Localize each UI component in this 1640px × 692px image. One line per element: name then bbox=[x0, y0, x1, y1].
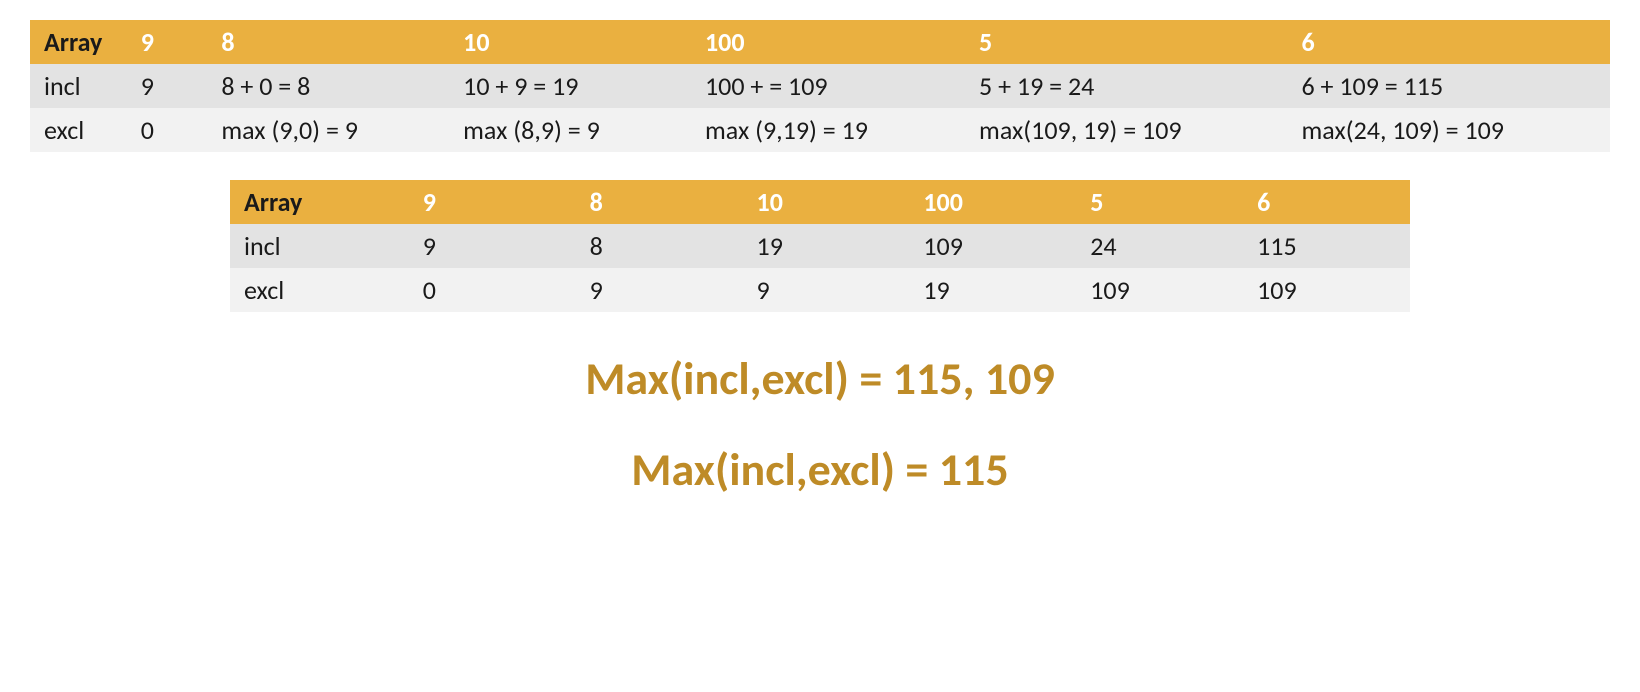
cell: max (9,0) = 9 bbox=[207, 108, 449, 152]
header-cell: 8 bbox=[207, 20, 449, 64]
header-cell: 5 bbox=[965, 20, 1287, 64]
cell: 115 bbox=[1243, 224, 1410, 268]
header-cell: 10 bbox=[449, 20, 691, 64]
header-cell: 9 bbox=[409, 180, 576, 224]
header-cell: 6 bbox=[1243, 180, 1410, 224]
header-cell: 100 bbox=[691, 20, 965, 64]
table-row: excl 0 9 9 19 109 109 bbox=[230, 268, 1410, 312]
header-cell: 8 bbox=[576, 180, 743, 224]
cell: 9 bbox=[409, 224, 576, 268]
table-detailed: Array 9 8 10 100 5 6 incl 9 8 + 0 = 8 10… bbox=[30, 20, 1610, 152]
row-label: excl bbox=[30, 108, 127, 152]
cell: 109 bbox=[1076, 268, 1243, 312]
cell: 8 bbox=[576, 224, 743, 268]
row-label: excl bbox=[230, 268, 409, 312]
header-cell: 6 bbox=[1287, 20, 1610, 64]
table-row: incl 9 8 19 109 24 115 bbox=[230, 224, 1410, 268]
cell: max (9,19) = 19 bbox=[691, 108, 965, 152]
header-cell: 5 bbox=[1076, 180, 1243, 224]
cell: 0 bbox=[409, 268, 576, 312]
header-cell: 9 bbox=[127, 20, 208, 64]
cell: 6 + 109 = 115 bbox=[1287, 64, 1610, 108]
row-label: incl bbox=[230, 224, 409, 268]
result-line-1: Max(incl,excl) = 115, 109 bbox=[30, 352, 1610, 407]
cell: 5 + 19 = 24 bbox=[965, 64, 1287, 108]
cell: 9 bbox=[576, 268, 743, 312]
cell: 19 bbox=[909, 268, 1076, 312]
header-cell: 10 bbox=[743, 180, 910, 224]
cell: 100 + = 109 bbox=[691, 64, 965, 108]
table-row: excl 0 max (9,0) = 9 max (8,9) = 9 max (… bbox=[30, 108, 1610, 152]
cell: max(109, 19) = 109 bbox=[965, 108, 1287, 152]
cell: 109 bbox=[1243, 268, 1410, 312]
cell: 0 bbox=[127, 108, 208, 152]
cell: max (8,9) = 9 bbox=[449, 108, 691, 152]
result-section: Max(incl,excl) = 115, 109 Max(incl,excl)… bbox=[30, 352, 1610, 498]
table-header-row: Array 9 8 10 100 5 6 bbox=[30, 20, 1610, 64]
table-row: incl 9 8 + 0 = 8 10 + 9 = 19 100 + = 109… bbox=[30, 64, 1610, 108]
header-cell: Array bbox=[230, 180, 409, 224]
cell: 24 bbox=[1076, 224, 1243, 268]
summary-dp-table: Array 9 8 10 100 5 6 incl 9 8 19 109 24 … bbox=[230, 180, 1410, 312]
cell: 9 bbox=[743, 268, 910, 312]
cell: 8 + 0 = 8 bbox=[207, 64, 449, 108]
table-header-row: Array 9 8 10 100 5 6 bbox=[230, 180, 1410, 224]
result-line-2: Max(incl,excl) = 115 bbox=[30, 443, 1610, 498]
cell: 19 bbox=[743, 224, 910, 268]
cell: 10 + 9 = 19 bbox=[449, 64, 691, 108]
table-summary: Array 9 8 10 100 5 6 incl 9 8 19 109 24 … bbox=[30, 180, 1610, 312]
header-cell: Array bbox=[30, 20, 127, 64]
cell: 109 bbox=[909, 224, 1076, 268]
cell: 9 bbox=[127, 64, 208, 108]
detailed-dp-table: Array 9 8 10 100 5 6 incl 9 8 + 0 = 8 10… bbox=[30, 20, 1610, 152]
header-cell: 100 bbox=[909, 180, 1076, 224]
cell: max(24, 109) = 109 bbox=[1287, 108, 1610, 152]
row-label: incl bbox=[30, 64, 127, 108]
